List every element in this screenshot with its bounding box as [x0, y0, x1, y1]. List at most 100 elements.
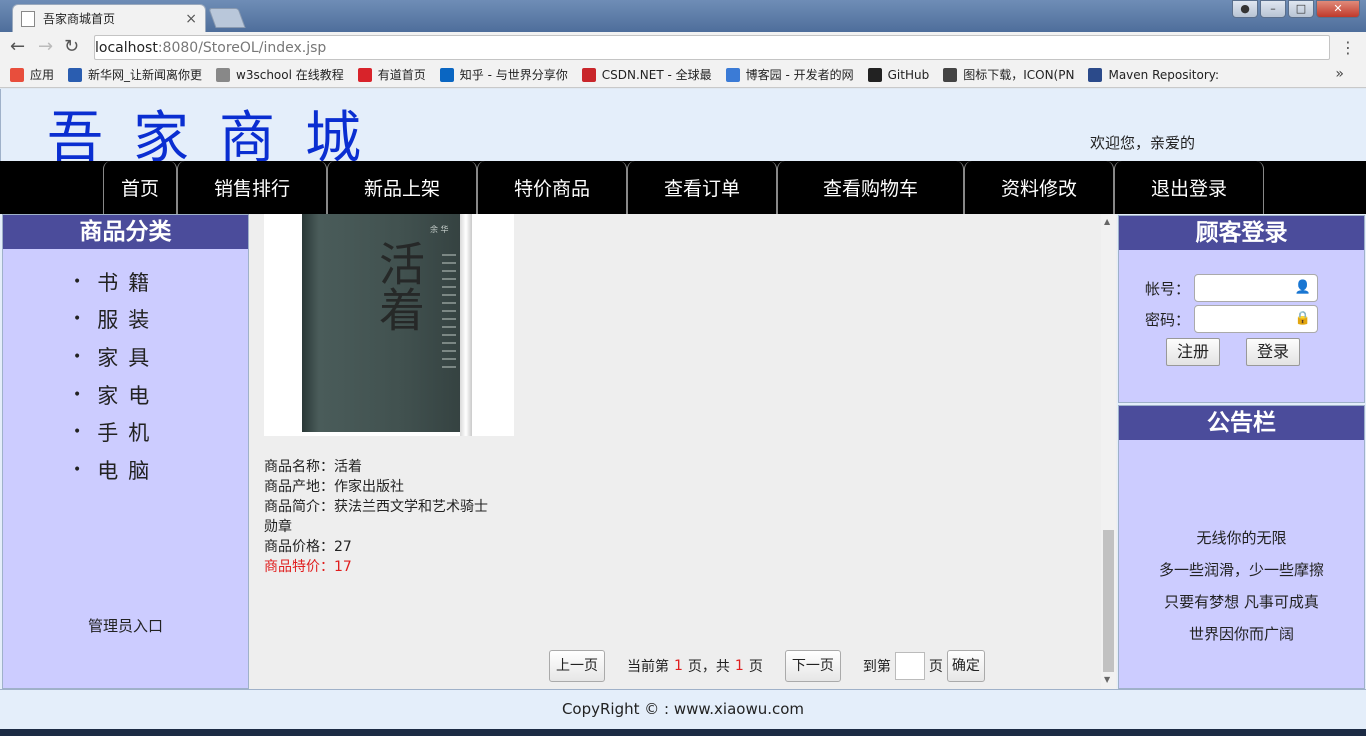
tab-title: 吾家商城首页: [43, 12, 116, 26]
notice-lines: 无线你的无限 多一些润滑，少一些摩擦 只要有梦想 凡事可成真 世界因你而广阔: [1119, 522, 1364, 650]
reload-icon[interactable]: ↻: [64, 38, 79, 56]
category-label: 手机: [97, 421, 160, 446]
register-button[interactable]: 注册: [1166, 338, 1220, 366]
scroll-down-icon[interactable]: ▼: [1104, 675, 1110, 684]
book-cover-author: 余 华: [430, 225, 449, 234]
password-input[interactable]: 🔒: [1194, 305, 1319, 333]
user-icon[interactable]: ●: [1232, 0, 1258, 18]
total-page-count: 1: [734, 658, 744, 674]
browser-toolbar: ← → ↻ i localhost :8080/StoreOL/index.js…: [0, 32, 1366, 636]
product-image[interactable]: 余 华 活着: [264, 214, 514, 436]
password-row: 密码： 🔒: [1145, 305, 1319, 333]
nav-item[interactable]: 退出登录: [1114, 161, 1264, 214]
notice-board: 公告栏 无线你的无限 多一些润滑，少一些摩擦 只要有梦想 凡事可成真 世界因你而…: [1118, 405, 1365, 689]
bullet-icon: •: [73, 461, 82, 478]
content-scrollbar[interactable]: ▲ ▼: [1101, 214, 1116, 689]
pagination: 上一页 当前第 1 页，共 1 页 下一页 到第 页 确定: [549, 650, 985, 682]
url-path: :8080/StoreOL/index.jsp: [157, 39, 327, 56]
category-label: 书籍: [97, 270, 160, 295]
bookmark-item[interactable]: 应用: [10, 66, 54, 83]
category-list: • 书籍 • 服装 • 家具 • 家电 • 手机 • 电脑: [3, 249, 248, 489]
product-name: 商品名称：活着: [264, 459, 362, 475]
category-item[interactable]: • 手机: [3, 413, 248, 451]
main-nav: 首页 销售排行 新品上架 特价商品 查看订单 查看购物车 资料修改 退出登录: [0, 161, 1366, 214]
category-item[interactable]: • 服装: [3, 301, 248, 339]
bookmark-label: 有道首页: [377, 68, 426, 82]
os-taskbar: [0, 729, 1366, 736]
bookmarks-more-icon[interactable]: »: [1335, 66, 1344, 82]
next-page-button[interactable]: 下一页: [784, 650, 841, 682]
nav-item[interactable]: 新品上架: [327, 161, 477, 214]
bookmark-item[interactable]: w3school 在线教程: [216, 66, 344, 83]
account-row: 帐号： 👤: [1145, 274, 1319, 302]
goto-page-prefix: 到第: [862, 659, 891, 675]
minimize-button[interactable]: –: [1260, 0, 1286, 18]
new-tab-button[interactable]: [208, 8, 246, 28]
bookmark-label: GitHub: [887, 67, 930, 82]
bookmark-item[interactable]: GitHub: [867, 67, 930, 82]
product-price: 商品价格：27: [264, 539, 352, 555]
tab-close-icon[interactable]: ×: [185, 11, 197, 27]
book-cover: 余 华 活着: [302, 214, 470, 432]
prev-page-button[interactable]: 上一页: [549, 650, 605, 682]
product-info: 商品名称：活着 商品产地：作家出版社 商品简介：获法兰西文学和艺术骑士 勋章 商…: [264, 457, 514, 577]
user-icon: 👤: [1294, 280, 1312, 295]
product-description-cont: 勋章: [264, 519, 292, 535]
bookmark-label: 应用: [30, 68, 55, 82]
nav-item[interactable]: 首页: [103, 161, 177, 214]
bullet-icon: •: [73, 424, 82, 441]
goto-page-input[interactable]: [894, 652, 925, 680]
bookmark-item[interactable]: 图标下载，ICON(PN: [943, 66, 1074, 83]
nav-item[interactable]: 资料修改: [964, 161, 1114, 214]
copyright-text: CopyRight © : www.xiaowu.com: [561, 700, 805, 718]
admin-entry-link[interactable]: 管理员入口: [3, 615, 248, 636]
nav-item[interactable]: 销售排行: [177, 161, 327, 214]
category-item[interactable]: • 电脑: [3, 451, 248, 489]
address-bar[interactable]: i localhost :8080/StoreOL/index.jsp ⊕ ☆: [94, 35, 1366, 636]
maximize-button[interactable]: □: [1288, 0, 1314, 18]
goto-page-suffix: 页: [928, 659, 943, 675]
nav-item[interactable]: 查看购物车: [777, 161, 964, 214]
bookmark-item[interactable]: CSDN.NET - 全球最: [581, 66, 712, 83]
goto-confirm-button[interactable]: 确定: [946, 650, 985, 682]
account-input[interactable]: 👤: [1194, 274, 1319, 302]
site-header: 吾家商城 欢迎您，亲爱的: [0, 89, 1366, 171]
category-item[interactable]: • 书籍: [3, 263, 248, 301]
category-label: 电脑: [97, 458, 160, 483]
bookmark-item[interactable]: 博客园 - 开发者的网: [725, 66, 854, 83]
bookmark-label: 博客园 - 开发者的网: [745, 68, 854, 82]
login-panel-title: 顾客登录: [1119, 216, 1364, 250]
category-item[interactable]: • 家电: [3, 376, 248, 414]
category-panel: 商品分类 • 书籍 • 服装 • 家具 • 家电 • 手机 • 电脑 管理员入口: [2, 214, 249, 689]
page-icon: [216, 67, 231, 82]
nav-item[interactable]: 特价商品: [477, 161, 627, 214]
maven-icon: [1088, 67, 1103, 82]
browser-tab[interactable]: 吾家商城首页 ×: [12, 4, 206, 32]
total-pages-prefix: 页，共: [687, 659, 730, 675]
category-item[interactable]: • 家具: [3, 338, 248, 376]
category-label: 家电: [97, 383, 160, 408]
bookmark-item[interactable]: 知乎 - 与世界分享你: [439, 66, 568, 83]
youdao-icon: [357, 67, 372, 82]
back-arrow-icon[interactable]: ←: [10, 38, 25, 56]
close-window-button[interactable]: ✕: [1316, 0, 1360, 18]
browser-menu-icon[interactable]: ⋮: [1340, 38, 1356, 57]
scroll-thumb[interactable]: [1103, 530, 1114, 672]
product-area: 余 华 活着 商品名称：活着 商品产地：作家出版社 商品简介：获法兰西文学和艺术…: [249, 214, 1117, 689]
right-sidebar: 顾客登录 帐号： 👤 密码： 🔒 注册 登录 公告栏 无线你的无限 多一些润滑，…: [1117, 214, 1366, 689]
bookmark-item[interactable]: Maven Repository:: [1088, 67, 1219, 82]
site-footer: CopyRight © : www.xiaowu.com: [0, 689, 1366, 729]
login-button[interactable]: 登录: [1246, 338, 1300, 366]
scroll-up-icon[interactable]: ▲: [1104, 217, 1110, 226]
nav-item[interactable]: 查看订单: [627, 161, 777, 214]
notice-line: 无线你的无限: [1196, 529, 1287, 547]
bookmark-item[interactable]: 有道首页: [357, 66, 426, 83]
category-label: 服装: [97, 308, 160, 333]
xinhua-icon: [68, 67, 83, 82]
password-label: 密码：: [1145, 310, 1191, 329]
bookmark-item[interactable]: 新华网_让新闻离你更: [68, 66, 202, 83]
book-page-edge: [460, 214, 472, 436]
notice-line: 多一些润滑，少一些摩擦: [1158, 561, 1324, 579]
forward-arrow-icon[interactable]: →: [38, 38, 53, 56]
csdn-icon: [581, 67, 596, 82]
